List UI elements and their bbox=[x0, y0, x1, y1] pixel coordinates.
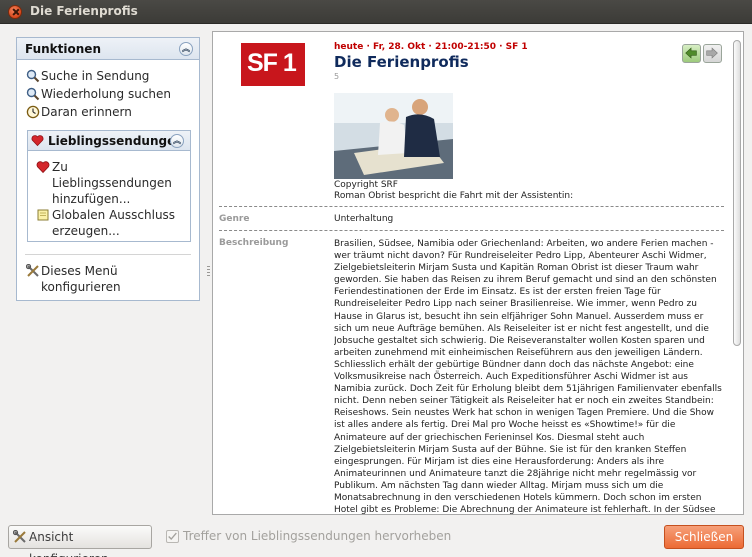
magnifier-icon bbox=[26, 87, 40, 101]
previous-program-button[interactable] bbox=[682, 44, 701, 63]
search-in-show-link[interactable]: Suche in Sendung bbox=[17, 68, 199, 84]
add-favorite-line-2: Lieblingssendungen bbox=[52, 176, 172, 190]
window-title: Die Ferienprofis bbox=[30, 4, 138, 18]
title-bar: Die Ferienprofis bbox=[0, 0, 752, 24]
next-program-button[interactable] bbox=[703, 44, 722, 63]
functions-panel: Funktionen ︽ Suche in Sendung Wiederholu… bbox=[16, 37, 200, 301]
program-title: Die Ferienprofis bbox=[334, 53, 469, 71]
add-favorite-line-3: hinzufügen... bbox=[52, 192, 131, 206]
heart-icon bbox=[36, 161, 50, 174]
pane-splitter[interactable] bbox=[207, 266, 210, 278]
arrow-left-icon bbox=[685, 47, 697, 59]
configure-menu-link[interactable]: Dieses Menü konfigurieren bbox=[17, 263, 121, 295]
genre-label: Genre bbox=[219, 214, 250, 224]
highlight-favorites-label: Treffer von Lieblingssendungen hervorheb… bbox=[183, 529, 452, 543]
description-label: Beschreibung bbox=[219, 238, 289, 248]
program-photo bbox=[334, 93, 453, 179]
window-close-button[interactable] bbox=[8, 5, 22, 19]
remind-label: Daran erinnern bbox=[41, 105, 132, 119]
detail-scrollbar[interactable] bbox=[732, 34, 742, 512]
add-favorite-line-1: Zu bbox=[52, 160, 68, 174]
panel-divider bbox=[25, 254, 191, 255]
checkmark-icon bbox=[168, 532, 177, 541]
episode-number: 5 bbox=[334, 72, 340, 81]
separator bbox=[219, 206, 724, 207]
functions-header[interactable]: Funktionen ︽ bbox=[17, 38, 199, 60]
global-exclude-link[interactable]: Globalen Ausschluss erzeugen... bbox=[28, 207, 175, 239]
highlight-favorites-checkbox[interactable] bbox=[166, 530, 179, 543]
photo-caption-line-2: Roman Obrist bespricht die Fahrt mit der… bbox=[334, 191, 574, 201]
favorites-header[interactable]: Lieblingssendungen ︽ bbox=[28, 131, 190, 151]
channel-logo: SF 1 bbox=[241, 43, 305, 86]
magnifier-icon bbox=[26, 69, 40, 83]
search-repeat-link[interactable]: Wiederholung suchen bbox=[17, 86, 199, 102]
configure-menu-line-2: konfigurieren bbox=[41, 280, 121, 294]
air-info: heute · Fr, 28. Okt · 21:00-21:50 · SF 1 bbox=[334, 42, 528, 52]
global-exclude-line-1: Globalen Ausschluss bbox=[52, 208, 176, 222]
note-icon bbox=[37, 209, 49, 221]
search-in-show-label: Suche in Sendung bbox=[41, 69, 150, 83]
genre-value: Unterhaltung bbox=[334, 214, 394, 224]
heart-icon bbox=[31, 135, 44, 147]
detail-scrollbar-thumb[interactable] bbox=[733, 40, 741, 346]
channel-logo-text: SF 1 bbox=[247, 49, 297, 77]
description-text: Brasilien, Südsee, Namibia oder Griechen… bbox=[334, 239, 722, 516]
tools-icon bbox=[26, 264, 39, 277]
global-exclude-line-2: erzeugen... bbox=[52, 224, 120, 238]
favorites-collapse-button[interactable]: ︽ bbox=[170, 134, 184, 148]
add-favorite-link[interactable]: Zu Lieblingssendungen hinzufügen... bbox=[28, 159, 172, 207]
search-repeat-label: Wiederholung suchen bbox=[41, 87, 172, 101]
arrow-right-icon bbox=[706, 47, 718, 59]
favorites-panel: Lieblingssendungen ︽ Zu Lieblingssendung… bbox=[27, 130, 191, 242]
functions-collapse-button[interactable]: ︽ bbox=[179, 42, 193, 56]
favorites-title: Lieblingssendungen bbox=[48, 134, 184, 148]
configure-view-label: Ansicht konfigurieren bbox=[29, 530, 109, 557]
separator bbox=[219, 230, 724, 231]
tools-icon bbox=[13, 530, 26, 543]
functions-title: Funktionen bbox=[25, 42, 101, 56]
remind-link[interactable]: Daran erinnern bbox=[17, 104, 199, 120]
configure-menu-line-1: Dieses Menü bbox=[41, 264, 118, 278]
close-button[interactable]: Schließen bbox=[664, 525, 744, 549]
program-detail-pane: SF 1 heute · Fr, 28. Okt · 21:00-21:50 ·… bbox=[212, 31, 744, 515]
clock-icon bbox=[26, 105, 40, 119]
photo-caption-line-1: Copyright SRF bbox=[334, 180, 398, 190]
photo-scene bbox=[334, 93, 453, 179]
configure-view-button[interactable]: Ansicht konfigurieren bbox=[8, 525, 152, 557]
photo-caption: Copyright SRF Roman Obrist bespricht die… bbox=[334, 180, 573, 202]
